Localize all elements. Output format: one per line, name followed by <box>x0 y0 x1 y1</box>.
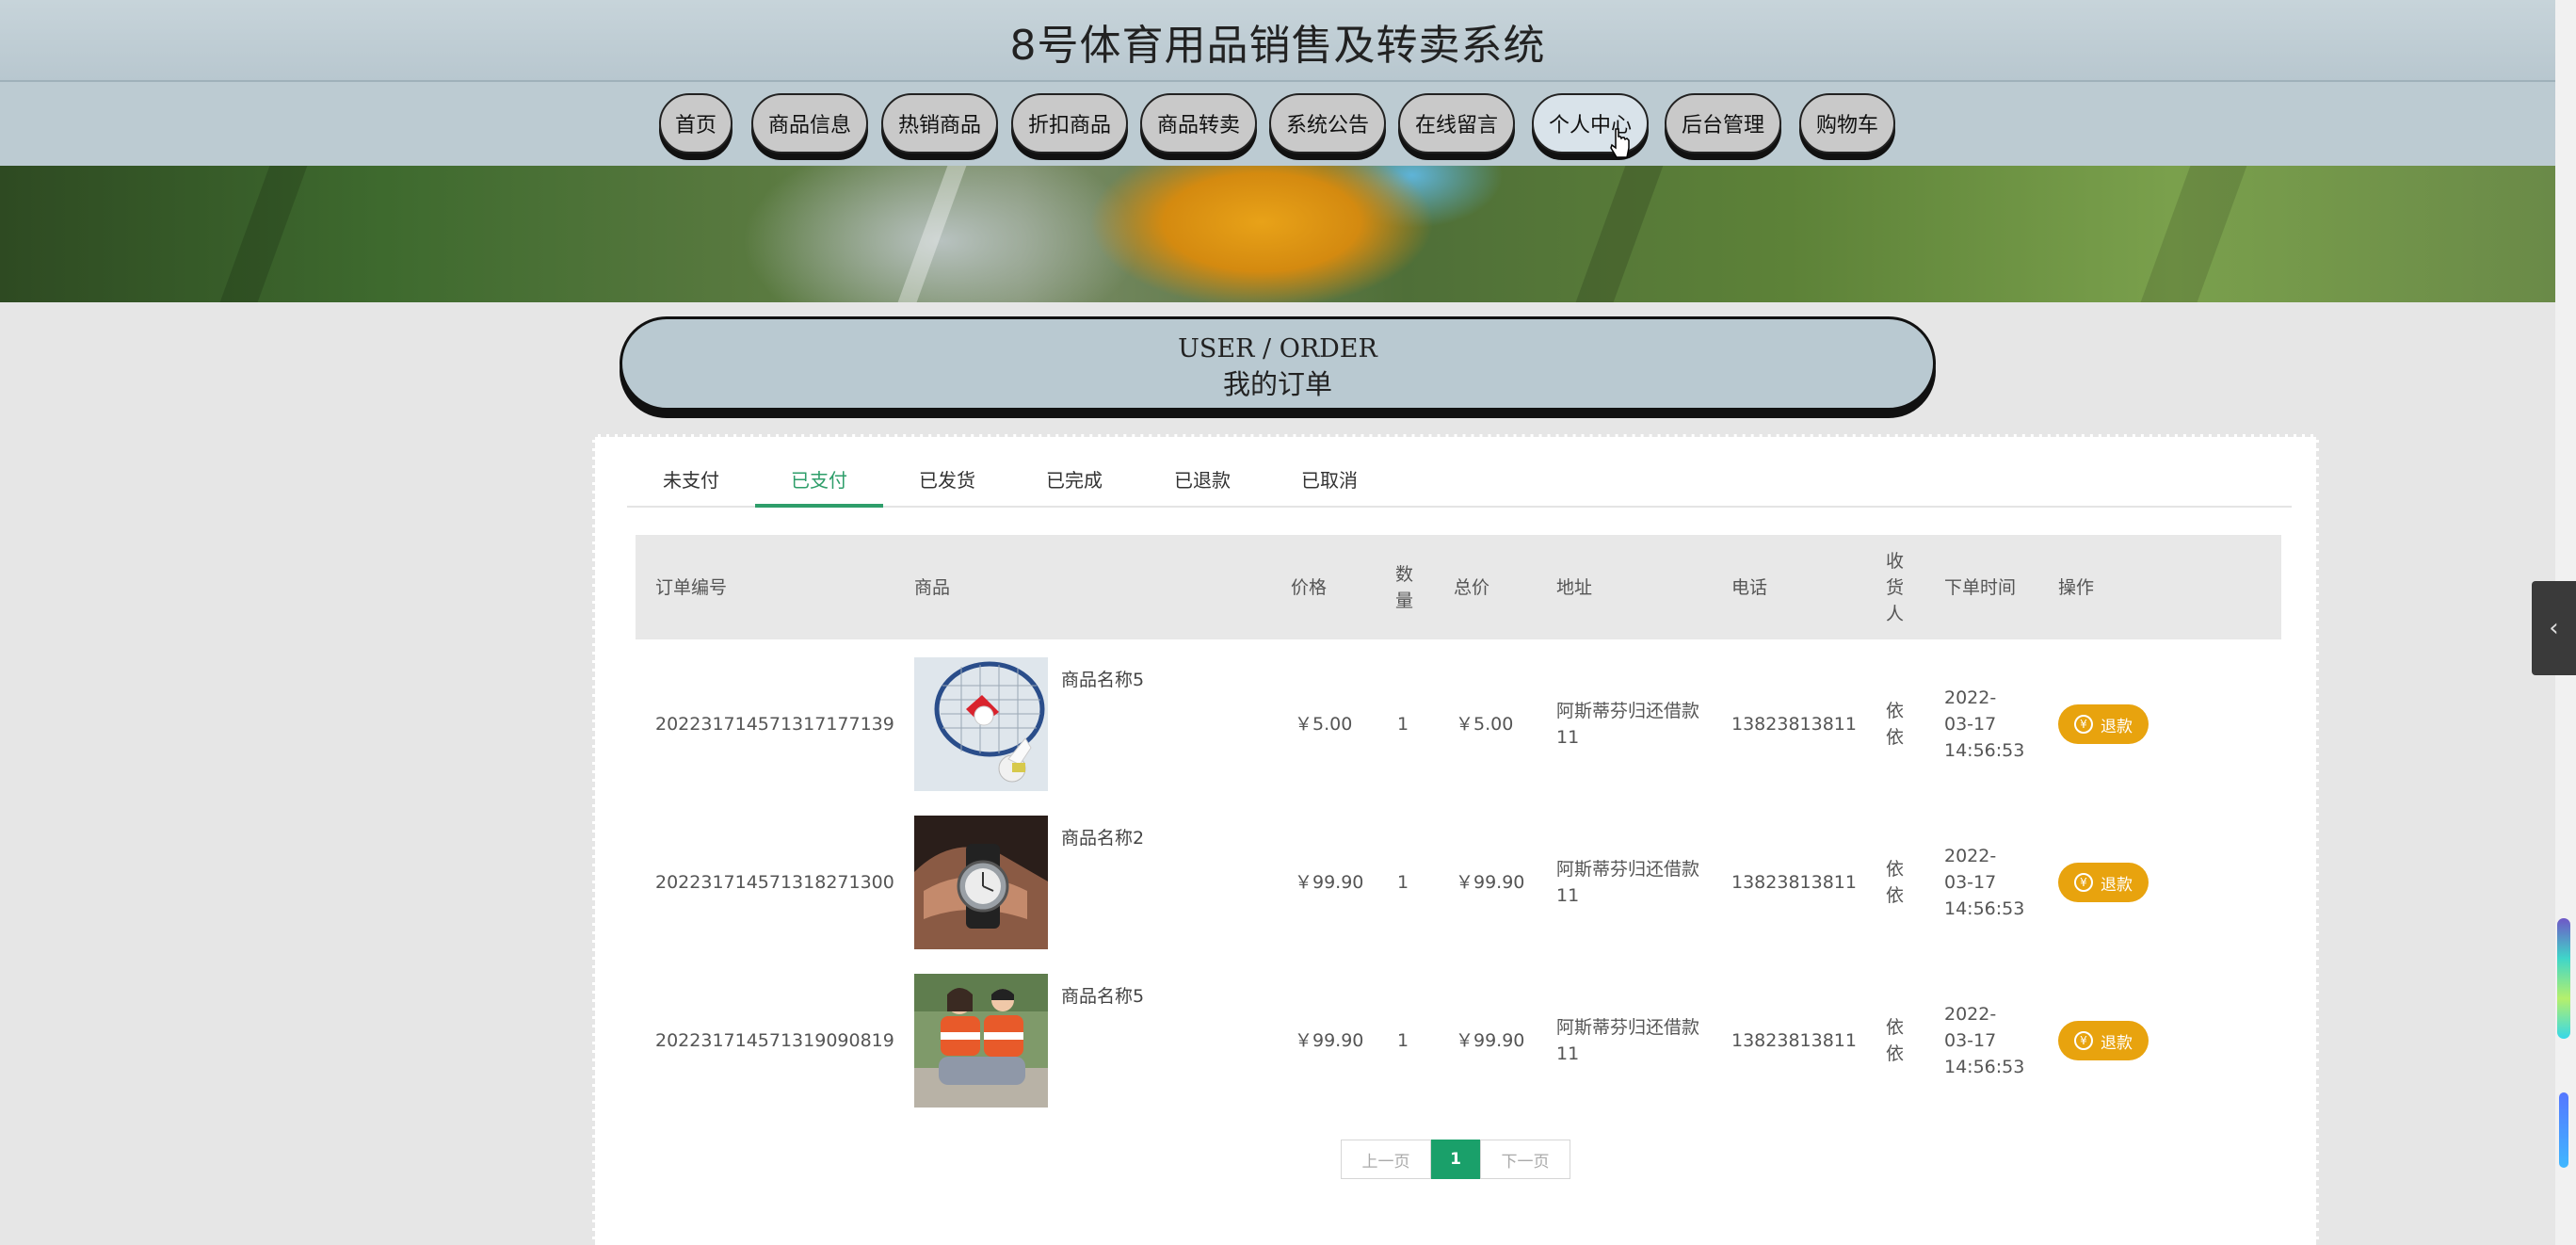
nav-item-cart[interactable]: 购物车 <box>1799 93 1895 154</box>
table-row: 20223171457131717713​9 商品名称5 ￥5.00 1 <box>636 645 2281 803</box>
nav-item-message[interactable]: 在线留言 <box>1398 93 1515 154</box>
product-image-badminton[interactable] <box>914 657 1048 791</box>
mouse-cursor-icon <box>1610 128 1630 158</box>
table-row: 202231714571318271300 商品名称2 ￥99.90 1 ￥99… <box>636 803 2281 962</box>
total-price: ￥99.90 <box>1456 1030 1525 1051</box>
yen-icon: ¥ <box>2074 873 2093 892</box>
top-header: 8号体育用品销售及转卖系统 <box>0 0 2555 82</box>
col-address: 地址 <box>1556 576 1593 598</box>
nav-item-resale[interactable]: 商品转卖 <box>1140 93 1257 154</box>
col-product: 商品 <box>914 576 951 598</box>
phone: 13823813811 <box>1731 714 1857 735</box>
order-panel: 未支付 已支付 已发货 已完成 已退款 已取消 订单编号 商品 价格 数量 总价… <box>592 434 2319 1245</box>
nav-item-admin[interactable]: 后台管理 <box>1665 93 1781 154</box>
order-time: 2022-03-17 14:56:53 <box>1944 846 2025 919</box>
tab-refunded[interactable]: 已退款 <box>1138 460 1266 508</box>
receiver: 依依 <box>1886 859 1905 906</box>
phone: 13823813811 <box>1731 872 1857 893</box>
prev-page-button[interactable]: 上一页 <box>1341 1140 1431 1179</box>
page-1-button[interactable]: 1 <box>1431 1140 1480 1179</box>
total-price: ￥99.90 <box>1456 872 1525 893</box>
tab-cancelled[interactable]: 已取消 <box>1265 460 1393 508</box>
yen-icon: ¥ <box>2074 715 2093 734</box>
nav-item-hot[interactable]: 热销商品 <box>881 93 998 154</box>
product-name[interactable]: 商品名称5 <box>1061 982 1144 1008</box>
tab-paid[interactable]: 已支付 <box>755 460 883 508</box>
nav-item-products[interactable]: 商品信息 <box>751 93 868 154</box>
refund-button[interactable]: ¥ 退款 <box>2058 704 2149 744</box>
col-receiver: 收货人 <box>1886 550 1905 624</box>
section-title-en: USER / ORDER <box>1178 334 1377 364</box>
order-time: 2022-03-17 14:56:53 <box>1944 687 2025 761</box>
address: 阿斯蒂芬归还借款11 <box>1556 701 1700 748</box>
quantity: 1 <box>1397 872 1409 893</box>
col-action: 操作 <box>2058 576 2095 598</box>
chevron-left-icon: ‹ <box>2549 614 2559 642</box>
quantity: 1 <box>1397 714 1409 735</box>
col-total: 总价 <box>1454 576 1490 598</box>
nav-item-notice[interactable]: 系统公告 <box>1269 93 1386 154</box>
col-price: 价格 <box>1291 576 1328 598</box>
nav-item-user-center[interactable]: 个人中心 <box>1532 93 1649 154</box>
nav-item-discount[interactable]: 折扣商品 <box>1011 93 1128 154</box>
section-heading: USER / ORDER 我的订单 <box>620 316 1936 411</box>
scrollbar-thumb[interactable] <box>2557 918 2570 1039</box>
scrollbar-indicator <box>2559 1092 2568 1168</box>
receiver: 依依 <box>1886 701 1905 748</box>
receiver: 依依 <box>1886 1017 1905 1064</box>
product-name[interactable]: 商品名称5 <box>1061 666 1144 691</box>
tab-completed[interactable]: 已完成 <box>1010 460 1138 508</box>
product-image-watch[interactable] <box>914 816 1048 949</box>
table-row: 202231714571319090819 商品名称5 ￥99.90 1 ￥99… <box>636 962 2281 1120</box>
price: ￥5.00 <box>1295 714 1353 735</box>
next-page-button[interactable]: 下一页 <box>1480 1140 1570 1179</box>
order-number: 20223171457131717713​9 <box>655 714 894 735</box>
col-order-no: 订单编号 <box>655 576 728 598</box>
order-status-tabs: 未支付 已支付 已发货 已完成 已退款 已取消 <box>627 460 2292 508</box>
yen-icon: ¥ <box>2074 1031 2093 1050</box>
address: 阿斯蒂芬归还借款11 <box>1556 1017 1700 1064</box>
col-order-time: 下单时间 <box>1944 576 2017 598</box>
main-nav: 首页 商品信息 热销商品 折扣商品 商品转卖 系统公告 在线留言 个人中心 后台… <box>0 82 2555 166</box>
refund-button[interactable]: ¥ 退款 <box>2058 863 2149 902</box>
order-number: 202231714571318271300 <box>655 872 894 893</box>
phone: 13823813811 <box>1731 1030 1857 1051</box>
product-image-couple[interactable] <box>914 974 1048 1108</box>
quantity: 1 <box>1397 1030 1409 1051</box>
nav-item-home[interactable]: 首页 <box>659 93 733 154</box>
hero-banner <box>0 166 2555 302</box>
col-phone: 电话 <box>1731 576 1768 598</box>
sidebar-toggle-button[interactable]: ‹ <box>2532 581 2576 675</box>
total-price: ￥5.00 <box>1456 714 1514 735</box>
refund-button[interactable]: ¥ 退款 <box>2058 1021 2149 1060</box>
col-qty: 数量 <box>1395 563 1414 611</box>
order-time: 2022-03-17 14:56:53 <box>1944 1004 2025 1077</box>
price: ￥99.90 <box>1295 872 1364 893</box>
product-name[interactable]: 商品名称2 <box>1061 824 1144 849</box>
table-header: 订单编号 商品 价格 数量 总价 地址 电话 收货人 下单时间 操作 <box>636 535 2281 639</box>
site-title: 8号体育用品销售及转卖系统 <box>1009 22 1546 70</box>
order-number: 202231714571319090819 <box>655 1030 894 1051</box>
address: 阿斯蒂芬归还借款11 <box>1556 859 1700 906</box>
price: ￥99.90 <box>1295 1030 1364 1051</box>
section-title-zh: 我的订单 <box>1222 368 1332 400</box>
tab-unpaid[interactable]: 未支付 <box>627 460 755 508</box>
tab-shipped[interactable]: 已发货 <box>883 460 1011 508</box>
